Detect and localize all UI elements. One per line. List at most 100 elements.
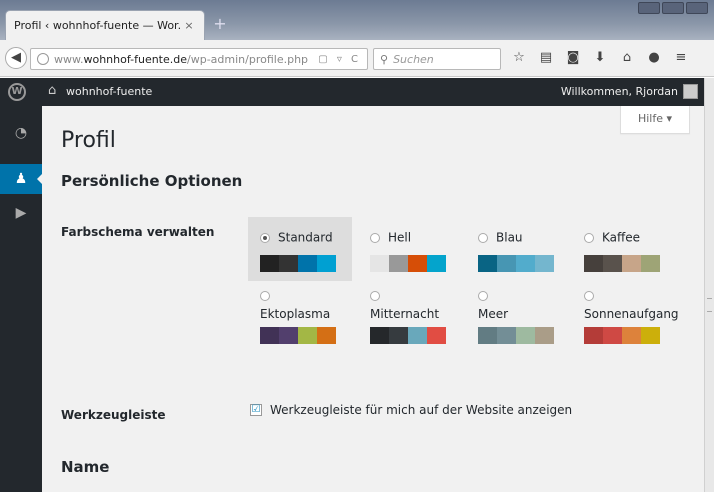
tab-close-icon[interactable]: × bbox=[182, 19, 196, 32]
download-icon[interactable]: ⬇ bbox=[591, 49, 609, 67]
color-swatch bbox=[260, 255, 279, 272]
sidebar-item-users[interactable]: ♟ bbox=[0, 164, 43, 194]
color-scheme-option[interactable]: Sonnenaufgang bbox=[572, 286, 679, 350]
color-scheme-radio[interactable] bbox=[260, 291, 270, 301]
home-icon[interactable]: ⌂ bbox=[48, 83, 56, 98]
color-scheme-option[interactable]: Standard bbox=[248, 217, 352, 281]
admin-sidebar: ◔ ♟ ▶ bbox=[0, 106, 43, 492]
wordpress-logo-icon[interactable]: W bbox=[8, 83, 26, 101]
minimize-button[interactable] bbox=[638, 2, 660, 14]
color-swatch bbox=[317, 327, 336, 344]
toolbar-checkbox-row[interactable]: ☑ Werkzeugleiste für mich auf der Websit… bbox=[250, 403, 572, 417]
color-swatch bbox=[389, 327, 408, 344]
toolbar-checkbox[interactable]: ☑ bbox=[250, 404, 262, 416]
chat-icon[interactable]: ● bbox=[645, 49, 663, 67]
color-swatch bbox=[370, 327, 389, 344]
url-bar[interactable]: www.wohnhof-fuente.de/wp-admin/profile.p… bbox=[30, 48, 368, 70]
color-swatch bbox=[370, 255, 389, 272]
color-scheme-radio[interactable] bbox=[584, 232, 594, 243]
color-scheme-label: Mitternacht bbox=[370, 307, 440, 321]
new-tab-button[interactable]: + bbox=[210, 14, 230, 34]
color-scheme-label: Sonnenaufgang bbox=[584, 307, 679, 321]
toolbar-checkbox-label: Werkzeugleiste für mich auf der Website … bbox=[270, 403, 573, 417]
color-swatch bbox=[478, 255, 497, 272]
color-swatch bbox=[584, 327, 603, 344]
color-swatch bbox=[279, 255, 298, 272]
search-placeholder: Suchen bbox=[393, 52, 434, 66]
color-scheme-label: Standard bbox=[278, 230, 333, 245]
color-swatches bbox=[370, 327, 462, 344]
color-swatch bbox=[298, 327, 317, 344]
color-swatch bbox=[260, 327, 279, 344]
browser-toolbar-icons: ☆ ▤ ◙ ⬇ ⌂ ● ≡ bbox=[510, 49, 690, 67]
color-scheme-label: Farbschema verwalten bbox=[61, 225, 215, 239]
media-play-icon: ▶ bbox=[15, 205, 27, 221]
color-scheme-option[interactable]: Hell bbox=[358, 217, 462, 281]
browser-navbar: ◀ www.wohnhof-fuente.de/wp-admin/profile… bbox=[0, 40, 714, 77]
url-prefix: www. bbox=[54, 52, 84, 66]
help-tab-button[interactable]: Hilfe ▾ bbox=[620, 106, 690, 134]
sidebar-item-dashboard[interactable]: ◔ bbox=[0, 118, 42, 148]
color-scheme-radio[interactable] bbox=[478, 291, 488, 301]
color-swatch bbox=[427, 255, 446, 272]
search-input[interactable]: ⚲ Suchen bbox=[373, 48, 501, 70]
url-domain: wohnhof-fuente.de bbox=[83, 52, 188, 66]
color-swatch bbox=[641, 255, 660, 272]
scrollbar-grip[interactable] bbox=[707, 298, 712, 312]
reading-list-icon[interactable]: ▤ bbox=[537, 49, 555, 67]
color-swatch bbox=[298, 255, 317, 272]
window-controls bbox=[638, 2, 708, 14]
color-scheme-radio[interactable] bbox=[370, 291, 380, 301]
back-button[interactable]: ◀ bbox=[5, 47, 27, 69]
color-swatches bbox=[584, 255, 676, 272]
section-title: Persönliche Optionen bbox=[61, 172, 243, 190]
color-swatches bbox=[584, 327, 676, 344]
color-swatch bbox=[641, 327, 660, 344]
url-path: /wp-admin/profile.php bbox=[187, 52, 309, 66]
color-swatch bbox=[408, 327, 427, 344]
color-scheme-option[interactable]: Blau bbox=[466, 217, 570, 281]
url-text: www.wohnhof-fuente.de/wp-admin/profile.p… bbox=[54, 53, 318, 66]
maximize-button[interactable] bbox=[662, 2, 684, 14]
site-name-link[interactable]: wohnhof-fuente bbox=[66, 85, 152, 98]
color-scheme-radio[interactable] bbox=[370, 232, 380, 243]
search-icon: ⚲ bbox=[380, 52, 389, 66]
pocket-icon[interactable]: ◙ bbox=[564, 49, 582, 67]
color-scheme-option[interactable]: Meer bbox=[466, 286, 570, 350]
color-swatch bbox=[603, 327, 622, 344]
url-action-icons[interactable]: ▢ ▿ C bbox=[318, 54, 361, 65]
color-swatch bbox=[516, 327, 535, 344]
color-scheme-label: Blau bbox=[496, 230, 523, 245]
color-scheme-option[interactable]: Kaffee bbox=[572, 217, 676, 281]
color-swatch bbox=[478, 327, 497, 344]
color-swatches bbox=[260, 327, 352, 344]
menu-icon[interactable]: ≡ bbox=[672, 49, 690, 67]
sidebar-item-media-play[interactable]: ▶ bbox=[0, 198, 42, 228]
color-swatch bbox=[622, 327, 641, 344]
color-scheme-option[interactable]: Ektoplasma bbox=[248, 286, 352, 350]
welcome-user-link[interactable]: Willkommen, Rjordan bbox=[561, 85, 678, 98]
color-swatch bbox=[622, 255, 641, 272]
color-scheme-label: Ektoplasma bbox=[260, 307, 331, 321]
dashboard-icon: ◔ bbox=[14, 125, 28, 141]
color-swatches bbox=[370, 255, 462, 272]
color-swatch bbox=[516, 255, 535, 272]
browser-tab[interactable]: Profil ‹ wohnhof-fuente — Wor... × bbox=[5, 10, 205, 40]
color-scheme-option[interactable]: Mitternacht bbox=[358, 286, 462, 350]
color-scheme-label: Hell bbox=[388, 230, 412, 245]
close-window-button[interactable] bbox=[686, 2, 708, 14]
color-swatch bbox=[408, 255, 427, 272]
users-icon: ♟ bbox=[14, 171, 28, 187]
home-icon[interactable]: ⌂ bbox=[618, 49, 636, 67]
avatar[interactable] bbox=[683, 84, 698, 99]
color-swatch bbox=[317, 255, 336, 272]
color-scheme-radio[interactable] bbox=[478, 232, 488, 243]
browser-titlebar: Profil ‹ wohnhof-fuente — Wor... × + bbox=[0, 0, 714, 40]
scrollbar[interactable] bbox=[704, 78, 714, 492]
page-title: Profil bbox=[61, 128, 116, 153]
color-scheme-label: Meer bbox=[478, 307, 509, 321]
color-scheme-radio[interactable] bbox=[260, 232, 270, 243]
color-scheme-radio[interactable] bbox=[584, 291, 594, 301]
color-swatches bbox=[260, 255, 352, 272]
bookmark-star-icon[interactable]: ☆ bbox=[510, 49, 528, 67]
